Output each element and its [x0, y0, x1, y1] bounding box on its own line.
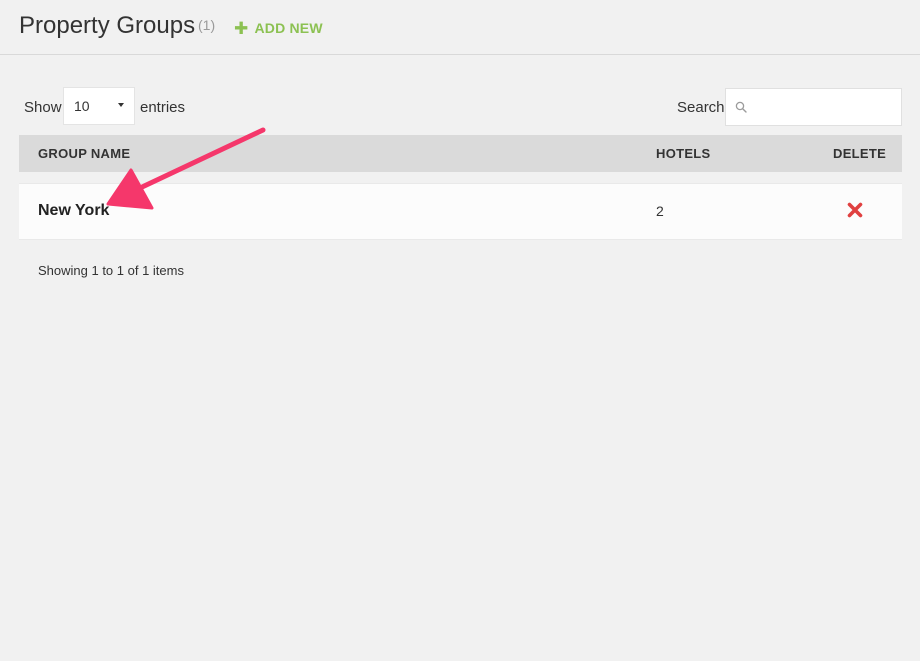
- page-header: Property Groups (1) ✚ ADD NEW: [0, 0, 920, 55]
- search-input[interactable]: [748, 89, 902, 127]
- column-header-delete: DELETE: [833, 146, 887, 161]
- search-label: Search: [677, 99, 725, 116]
- add-new-button[interactable]: ✚ ADD NEW: [234, 18, 323, 38]
- plus-icon: ✚: [234, 19, 249, 38]
- group-count-badge: (1): [198, 17, 216, 33]
- search-box[interactable]: [725, 88, 902, 127]
- entries-label: entries: [140, 99, 186, 116]
- caret-down-icon: [118, 103, 124, 107]
- table-info: Showing 1 to 1 of 1 items: [38, 263, 184, 278]
- page-title: Property Groups: [19, 12, 196, 39]
- hotels-count: 2: [656, 203, 664, 219]
- column-header-group-name[interactable]: GROUP NAME: [38, 146, 130, 161]
- entries-per-page-select[interactable]: 10: [63, 87, 135, 125]
- column-header-hotels[interactable]: HOTELS: [656, 146, 711, 161]
- group-name-link[interactable]: New York: [38, 202, 109, 220]
- table-header: GROUP NAME HOTELS DELETE: [19, 135, 902, 172]
- search-icon: [735, 101, 747, 113]
- show-label: Show: [24, 99, 62, 116]
- delete-icon[interactable]: [847, 202, 863, 218]
- entries-per-page-value: 10: [74, 98, 90, 114]
- table-row: New York 2: [19, 183, 902, 240]
- add-new-label: ADD NEW: [254, 20, 323, 36]
